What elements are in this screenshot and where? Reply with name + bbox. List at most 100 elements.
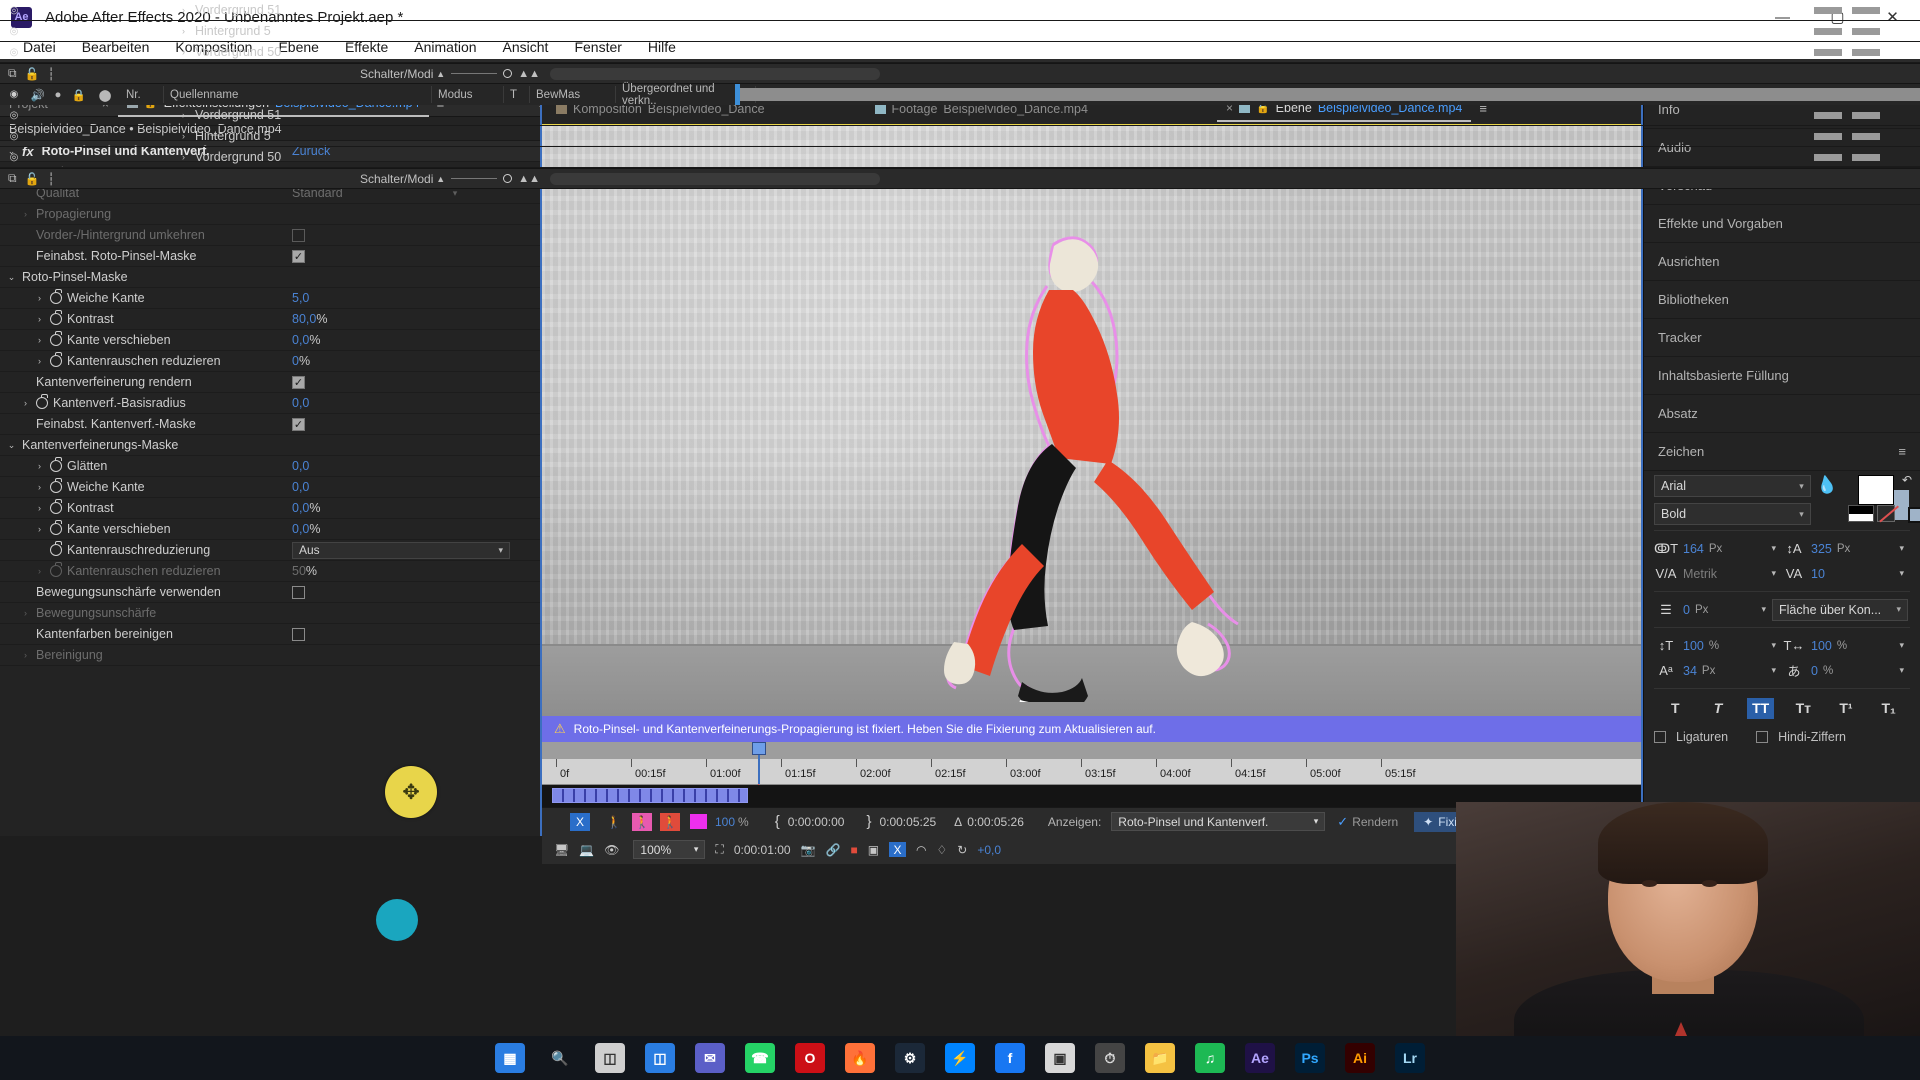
stopwatch-icon[interactable] — [50, 352, 62, 367]
effect-row-value[interactable]: 0,0 — [292, 333, 309, 347]
layer-visibility-icon[interactable]: ◎ — [0, 5, 28, 16]
explorer-icon[interactable]: 📁 — [1145, 1043, 1175, 1073]
matte-color-swatch[interactable] — [690, 814, 707, 829]
current-time-value[interactable]: 0:00:01:00 — [734, 843, 791, 857]
chevron-right-icon[interactable]: › — [34, 482, 45, 492]
stopwatch-icon[interactable] — [36, 394, 48, 409]
store-icon[interactable]: ▣ — [1045, 1043, 1075, 1073]
effect-row-select[interactable]: Aus ▾ — [292, 541, 510, 559]
photoshop-taskbar-icon[interactable]: Ps — [1295, 1043, 1325, 1073]
effect-row-checkbox[interactable] — [292, 228, 305, 242]
always-preview-icon[interactable]: 🖥 — [554, 843, 569, 857]
timeline-layer-row[interactable]: ◎ › Vordergrund 50 — [0, 147, 1920, 168]
alpha-view-white-button[interactable]: 🚶 — [604, 813, 624, 831]
layer-duration-bar[interactable] — [1814, 28, 1842, 35]
opera-icon[interactable]: O — [795, 1043, 825, 1073]
shy-icon-bottom[interactable]: ⧉ — [0, 171, 17, 186]
horizontal-scale-value[interactable]: 100 — [1811, 639, 1832, 653]
chevron-right-icon[interactable]: › — [34, 566, 45, 576]
effect-row[interactable]: Feinabst. Kantenverf.-Maske ✓ — [0, 414, 554, 435]
effect-row-value[interactable]: 5,0 — [292, 291, 309, 305]
messenger-icon[interactable]: ⚡ — [945, 1043, 975, 1073]
stopwatch-icon[interactable] — [50, 520, 62, 535]
effect-row[interactable]: Feinabst. Roto-Pinsel-Maske ✓ — [0, 246, 554, 267]
3d-view-icon[interactable]: 👁 — [604, 843, 619, 857]
stopwatch-icon[interactable] — [50, 562, 62, 577]
show-effect-select[interactable]: Roto-Pinsel und Kantenverf. ▾ — [1111, 812, 1326, 831]
effect-row[interactable]: › Bewegungsunschärfe — [0, 603, 554, 624]
effect-row[interactable]: ⌄ Kantenverfeinerungs-Maske — [0, 435, 554, 456]
tsume-value[interactable]: 0 — [1811, 664, 1818, 678]
teal-highlight-knob[interactable] — [376, 899, 418, 941]
effect-row[interactable]: › Kantenrauschen reduzieren 0% — [0, 351, 554, 372]
in-point-value[interactable]: 0:00:00:00 — [788, 815, 845, 829]
audio-column-icon[interactable]: 🔊 — [28, 88, 48, 102]
solo-column-icon[interactable]: ● — [48, 89, 68, 101]
graph-editor-icon-bottom[interactable]: ┆ — [40, 172, 55, 186]
chevron-right-icon[interactable]: › — [178, 26, 189, 36]
yellow-highlight-knob[interactable]: ✥ — [385, 766, 437, 818]
no-color-icon[interactable] — [1877, 505, 1895, 522]
stopwatch-icon[interactable] — [50, 499, 62, 514]
default-colors-icon[interactable] — [1848, 505, 1874, 522]
after-effects-taskbar-icon[interactable]: Ae — [1245, 1043, 1275, 1073]
column-nr[interactable]: Nr. — [120, 86, 164, 103]
firefox-icon[interactable]: 🔥 — [845, 1043, 875, 1073]
layer-duration-bar[interactable] — [1852, 28, 1880, 35]
chevron-right-icon[interactable]: › — [178, 5, 189, 15]
stroke-position-select[interactable]: Fläche über Kon... ▾ — [1772, 598, 1908, 621]
layer-visibility-icon[interactable]: ◎ — [0, 110, 28, 121]
eyedropper-icon[interactable]: 💧 — [1815, 474, 1845, 527]
layer-duration-bar[interactable] — [1814, 7, 1842, 14]
timeline-ruler-strip[interactable] — [740, 88, 1920, 101]
chevron-right-icon[interactable]: › — [20, 608, 31, 618]
sidebar-item-tracker[interactable]: Tracker — [1644, 319, 1920, 357]
stroke-width-value[interactable]: 0 — [1683, 603, 1690, 617]
switch-modi-label-bottom[interactable]: Schalter/Modi — [360, 172, 433, 186]
column-quellenname[interactable]: Quellenname — [164, 86, 432, 103]
roto-toggle-icon[interactable]: X — [889, 842, 907, 857]
chevron-right-icon[interactable]: › — [34, 335, 45, 345]
effect-row-checkbox[interactable] — [292, 627, 305, 641]
timeline-layer-row[interactable]: ◎ › Vordergrund 51 — [0, 0, 1920, 21]
chevron-right-icon[interactable]: › — [34, 293, 45, 303]
leading-value[interactable]: 325 — [1811, 542, 1832, 556]
layer-duration-bar[interactable] — [1852, 49, 1880, 56]
lock-column-icon[interactable]: 🔒 — [68, 88, 90, 102]
region-of-interest-icon[interactable]: ◠ — [916, 843, 926, 857]
layer-duration-bar[interactable] — [1852, 7, 1880, 14]
frame-blend-icon-bottom[interactable]: 🔓 — [17, 172, 40, 186]
effect-row-value[interactable]: 0,0 — [292, 501, 309, 515]
toggle-alpha-boundary-button[interactable]: X — [570, 812, 590, 831]
layer-duration-bar[interactable] — [1852, 154, 1880, 161]
layer-visibility-icon[interactable]: ◎ — [0, 131, 28, 142]
chevron-right-icon[interactable]: › — [34, 314, 45, 324]
snapshot-icon[interactable]: 📷 — [801, 843, 816, 857]
text-style-button-3[interactable]: Tᴛ — [1790, 698, 1817, 719]
stroke-width-caret-icon[interactable]: ▾ — [1761, 604, 1766, 615]
graph-editor-icon[interactable]: ┆ — [40, 67, 55, 81]
effect-row[interactable]: Kantenverfeinerung rendern ✓ — [0, 372, 554, 393]
clock-icon[interactable]: ⏱ — [1095, 1043, 1125, 1073]
baseline-shift-caret-icon[interactable]: ▾ — [1771, 665, 1776, 676]
chevron-right-icon[interactable]: › — [34, 524, 45, 534]
chevron-right-icon[interactable]: › — [178, 110, 189, 120]
frame-blend-icon[interactable]: 🔓 — [17, 67, 40, 81]
eye-column-icon[interactable]: ◉ — [0, 89, 28, 100]
chevron-down-icon[interactable]: ▾ — [453, 188, 458, 199]
alpha-view-red-button[interactable]: 🚶 — [660, 812, 680, 831]
widgets-icon[interactable]: ◫ — [645, 1043, 675, 1073]
lightroom-taskbar-icon[interactable]: Lr — [1395, 1043, 1425, 1073]
matte-opacity-value[interactable]: 100 — [715, 815, 735, 829]
layer-visibility-icon[interactable]: ◎ — [0, 26, 28, 37]
effect-row-value[interactable]: 0,0 — [292, 522, 309, 536]
steam-icon[interactable]: ⚙ — [895, 1043, 925, 1073]
playhead-indicator[interactable] — [752, 742, 766, 784]
effect-row[interactable]: › Kantenrauschen reduzieren 50% — [0, 561, 554, 582]
effect-row-checkbox[interactable]: ✓ — [292, 417, 305, 431]
timeline-layer-row[interactable]: ◎ › Vordergrund 51 — [0, 105, 1920, 126]
roto-span-bar[interactable] — [552, 788, 748, 803]
layer-duration-bar[interactable] — [1852, 133, 1880, 140]
effect-row[interactable]: › Kante verschieben 0,0% — [0, 330, 554, 351]
text-style-button-5[interactable]: T₁ — [1875, 698, 1902, 719]
